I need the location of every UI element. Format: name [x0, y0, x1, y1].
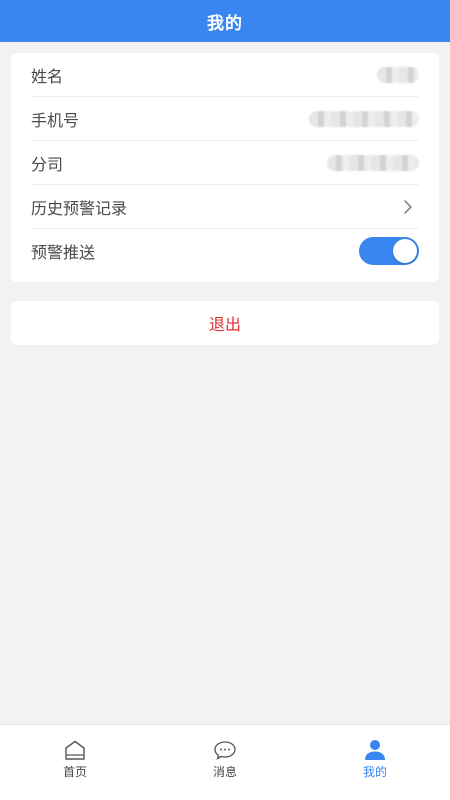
profile-card: 姓名 手机号 分司 历史预警记录 预警推送 [11, 53, 439, 282]
push-row: 预警推送 [31, 229, 419, 273]
company-label: 分司 [31, 154, 64, 174]
history-label: 历史预警记录 [31, 198, 128, 218]
name-row: 姓名 [31, 53, 419, 97]
tab-profile-label: 我的 [362, 765, 387, 779]
tab-home[interactable]: 首页 [15, 739, 135, 780]
name-label: 姓名 [31, 66, 64, 86]
phone-value-redacted [309, 110, 419, 127]
logout-button[interactable]: 退出 [11, 301, 439, 345]
app-header: 我的 [0, 0, 450, 42]
phone-label: 手机号 [31, 110, 80, 130]
push-label: 预警推送 [31, 243, 96, 262]
logout-label: 退出 [208, 315, 241, 334]
company-value-redacted [327, 154, 419, 171]
home-icon [62, 739, 88, 761]
tab-messages-label: 消息 [212, 765, 237, 779]
tab-home-label: 首页 [62, 765, 87, 779]
bottom-tab-bar: 首页 消息 我的 [0, 724, 450, 800]
name-value-redacted [377, 66, 419, 83]
page-title: 我的 [207, 13, 243, 34]
message-icon [212, 739, 238, 761]
toggle-knob [393, 239, 417, 263]
tab-messages[interactable]: 消息 [165, 739, 285, 780]
history-row[interactable]: 历史预警记录 [31, 185, 419, 229]
chevron-right-icon [397, 196, 419, 218]
user-icon [362, 739, 388, 761]
phone-row: 手机号 [31, 97, 419, 141]
push-toggle[interactable] [359, 237, 419, 265]
company-row: 分司 [31, 141, 419, 185]
tab-profile[interactable]: 我的 [315, 739, 435, 780]
